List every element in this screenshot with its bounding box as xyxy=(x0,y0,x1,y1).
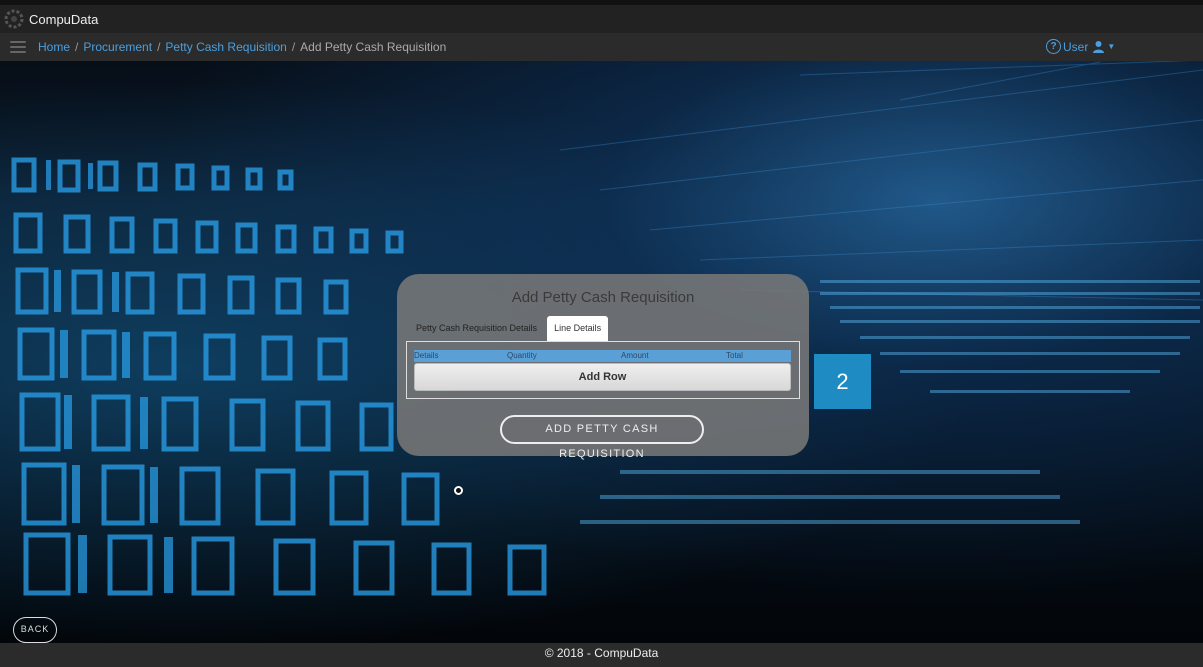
footer: © 2018 - CompuData xyxy=(0,643,1203,667)
back-button[interactable]: BACK xyxy=(13,617,57,643)
line-details-content: Details Quantity Amount Total Add Row xyxy=(406,341,800,399)
user-menu-label: User xyxy=(1063,39,1089,54)
mouse-cursor-icon xyxy=(454,486,463,495)
help-icon[interactable]: ? xyxy=(1046,39,1061,54)
column-header-quantity: Quantity xyxy=(507,351,537,360)
compudata-logo-icon xyxy=(4,9,24,29)
line-items-table-header: Details Quantity Amount Total xyxy=(414,350,791,362)
breadcrumb-separator: / xyxy=(291,40,296,54)
app-title: CompuData xyxy=(29,11,99,27)
breadcrumb-separator: / xyxy=(75,40,79,54)
panel-title: Add Petty Cash Requisition xyxy=(511,289,695,306)
user-menu[interactable]: ? User ▼ xyxy=(1046,39,1115,54)
breadcrumb-bar: Home / Procurement / Petty Cash Requisit… xyxy=(0,33,1203,61)
breadcrumb-home-link[interactable]: Home xyxy=(38,40,70,54)
add-requisition-panel: Add Petty Cash Requisition Petty Cash Re… xyxy=(397,274,809,460)
breadcrumb-procurement-link[interactable]: Procurement xyxy=(83,40,152,54)
breadcrumb: Home / Procurement / Petty Cash Requisit… xyxy=(38,40,446,54)
column-header-amount: Amount xyxy=(621,351,649,360)
add-row-button[interactable]: Add Row xyxy=(414,363,791,391)
app-title-bar: CompuData xyxy=(0,5,1203,33)
breadcrumb-current: Add Petty Cash Requisition xyxy=(300,40,447,54)
column-header-details: Details xyxy=(414,351,439,360)
user-icon xyxy=(1093,41,1105,53)
tab-line-details[interactable]: Line Details xyxy=(547,316,609,341)
menu-icon[interactable] xyxy=(10,41,26,53)
panel-tabs: Petty Cash Requisition Details Line Deta… xyxy=(409,316,609,341)
chevron-down-icon: ▼ xyxy=(1107,42,1116,51)
column-header-total: Total xyxy=(726,351,743,360)
breadcrumb-separator: / xyxy=(157,40,161,54)
step-badge: 2 xyxy=(814,354,871,409)
tab-requisition-details[interactable]: Petty Cash Requisition Details xyxy=(409,316,544,341)
add-petty-cash-requisition-button[interactable]: ADD PETTY CASH REQUISITION xyxy=(500,415,704,460)
breadcrumb-petty-cash-link[interactable]: Petty Cash Requisition xyxy=(165,40,286,54)
